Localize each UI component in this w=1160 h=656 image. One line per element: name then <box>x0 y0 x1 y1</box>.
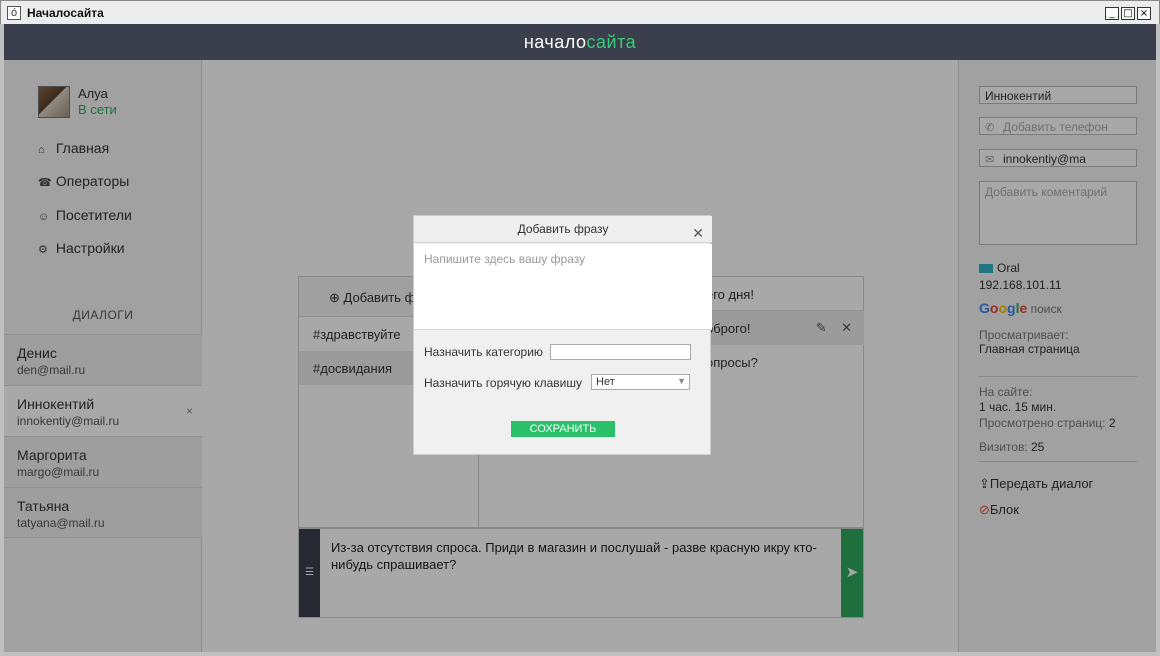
phrase-textarea[interactable] <box>414 244 712 330</box>
hotkey-label: Назначить горячую клавишу <box>424 376 582 390</box>
hotkey-select[interactable]: Нет ▼ <box>591 374 690 390</box>
close-icon[interactable]: ✕ <box>692 220 704 247</box>
logo-part-1: начало <box>523 32 587 52</box>
maximize-button[interactable]: □ <box>1121 7 1135 20</box>
window-title: Началосайта <box>27 6 104 20</box>
hotkey-value: Нет <box>596 376 615 388</box>
chevron-down-icon: ▼ <box>677 376 686 386</box>
logo[interactable]: началосайта <box>4 32 1156 53</box>
logo-part-2: сайта <box>586 32 637 52</box>
minimize-button[interactable]: _ <box>1105 7 1119 20</box>
app-header: началосайта <box>4 24 1156 60</box>
app-frame: началосайта Алуа В сети ⌂ Главная ☎ Опер… <box>4 24 1156 652</box>
category-label: Назначить категорию <box>424 345 543 359</box>
app-icon: ó <box>7 6 21 20</box>
modal-title: Добавить фразу <box>517 222 609 236</box>
modal-header: Добавить фразу ✕ <box>414 216 712 243</box>
window-titlebar: ó Началосайта _ □ × <box>0 0 1160 24</box>
category-input[interactable] <box>550 344 691 360</box>
window-close-button[interactable]: × <box>1137 7 1151 20</box>
add-phrase-modal: Добавить фразу ✕ Назначить категорию Наз… <box>413 215 712 455</box>
save-button[interactable]: СОХРАНИТЬ <box>511 421 615 437</box>
